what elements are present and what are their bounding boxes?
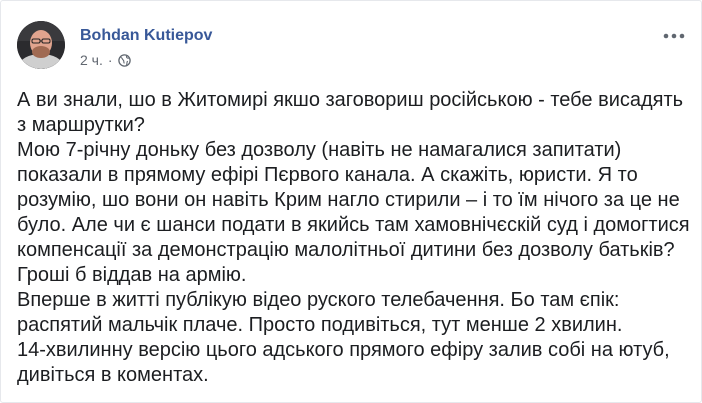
post-card: Bohdan Kutiepov 2 ч. · А ви знали, шо в … [0,0,702,403]
post-meta: 2 ч. · [80,51,131,69]
meta-separator: · [107,52,113,68]
avatar[interactable] [17,21,65,69]
timestamp-link[interactable]: 2 ч. [80,52,103,68]
post-paragraph: А ви знали, шо в Житомирі якшо заговориш… [17,89,684,136]
post-paragraph: 14-хвилинну версію цього адського прямог… [17,339,670,386]
post-paragraph: Вперше в житті публікую відео руского те… [17,289,623,336]
post-text: А ви знали, шо в Житомирі якшо заговориш… [17,88,691,388]
more-options-icon[interactable] [661,25,687,47]
post-paragraph: Мою 7-річну доньку без дозволу (навіть н… [17,139,690,286]
avatar-image [17,21,65,69]
globe-icon[interactable] [117,53,131,67]
author-name-link[interactable]: Bohdan Kutiepov [80,26,212,46]
